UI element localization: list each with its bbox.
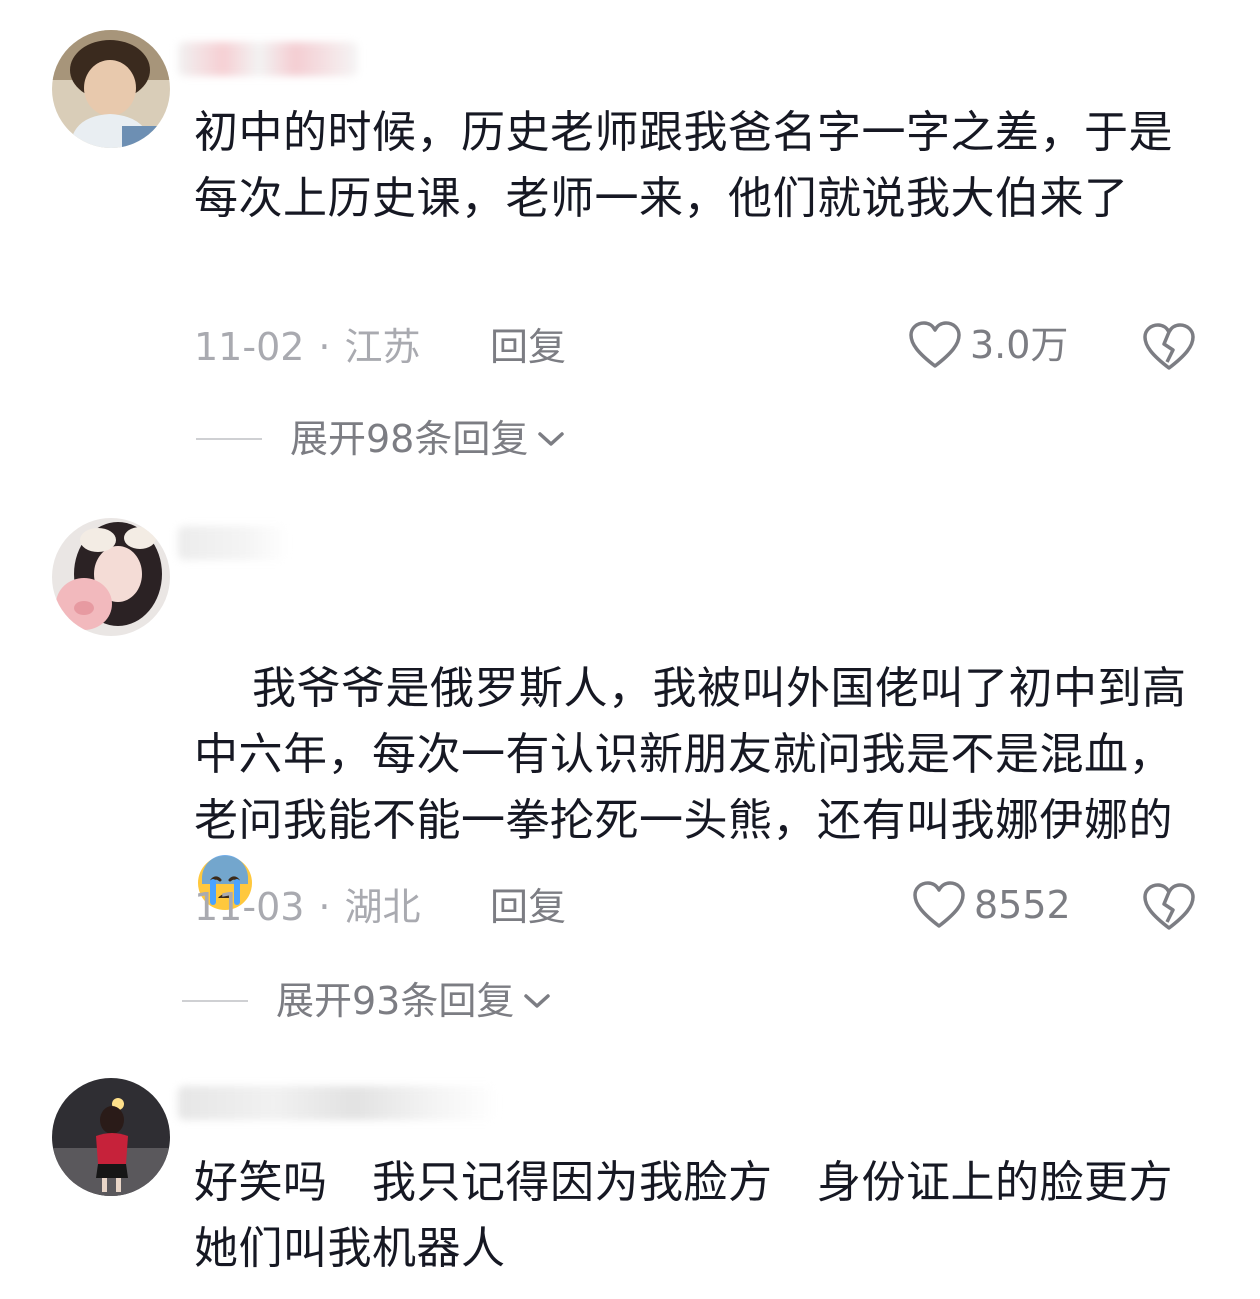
comment-item: 初中的时候，历史老师跟我爸名字一字之差，于是每次上历史课，老师一来，他们就说我大… xyxy=(0,0,1260,490)
username-blurred[interactable] xyxy=(178,526,288,560)
expand-replies-button[interactable]: 展开98条回复 xyxy=(196,414,566,464)
chevron-down-icon xyxy=(524,994,551,1008)
reply-button[interactable]: 回复 xyxy=(490,322,566,372)
comment-meta: 11-02 · 江苏 xyxy=(194,322,421,372)
divider-line xyxy=(196,438,262,440)
expand-replies-label: 展开93条回复 xyxy=(276,979,515,1023)
like-button[interactable]: 8552 xyxy=(912,880,1071,930)
comment-location: 江苏 xyxy=(344,325,421,369)
expand-replies-button[interactable]: 展开93条回复 xyxy=(182,976,552,1026)
expand-replies-label: 展开98条回复 xyxy=(290,417,529,461)
user-avatar[interactable] xyxy=(52,30,170,148)
dislike-button[interactable] xyxy=(1142,882,1196,936)
heart-outline-icon xyxy=(913,881,965,928)
comment-text: 好笑吗 我只记得因为我脸方 身份证上的脸更方她们叫我机器人 xyxy=(194,1157,1173,1274)
comment-text: 初中的时候，历史老师跟我爸名字一字之差，于是每次上历史课，老师一来，他们就说我大… xyxy=(194,107,1173,224)
comment-item: 我爷爷是俄罗斯人，我被叫外国佬叫了初中到高中六年，每次一有认识新朋友就问我是不是… xyxy=(0,490,1260,1050)
heart-outline-icon xyxy=(909,321,961,368)
comment-date: 11-02 xyxy=(194,325,305,369)
comment-item: 好笑吗 我只记得因为我脸方 身份证上的脸更方她们叫我机器人 xyxy=(0,1050,1260,1299)
username-blurred[interactable] xyxy=(178,1086,498,1120)
user-avatar[interactable] xyxy=(52,1078,170,1196)
broken-heart-icon xyxy=(1143,323,1195,370)
comment-text-body: 我爷爷是俄罗斯人，我被叫外国佬叫了初中到高中六年，每次一有认识新朋友就问我是不是… xyxy=(194,663,1187,846)
broken-heart-icon xyxy=(1143,883,1195,930)
like-count: 3.0万 xyxy=(970,323,1069,367)
comment-date: 11-03 xyxy=(194,885,305,929)
dislike-button[interactable] xyxy=(1142,322,1196,376)
meta-separator: · xyxy=(318,325,331,369)
reply-button[interactable]: 回复 xyxy=(490,882,566,932)
comment-meta: 11-03 · 湖北 xyxy=(194,882,421,932)
user-avatar[interactable] xyxy=(52,518,170,636)
username-blurred[interactable] xyxy=(178,42,358,76)
comment-location: 湖北 xyxy=(344,885,421,929)
like-count: 8552 xyxy=(974,883,1071,927)
meta-separator: · xyxy=(318,885,331,929)
like-button[interactable]: 3.0万 xyxy=(908,320,1068,370)
chevron-down-icon xyxy=(538,432,565,446)
divider-line xyxy=(182,1000,248,1002)
